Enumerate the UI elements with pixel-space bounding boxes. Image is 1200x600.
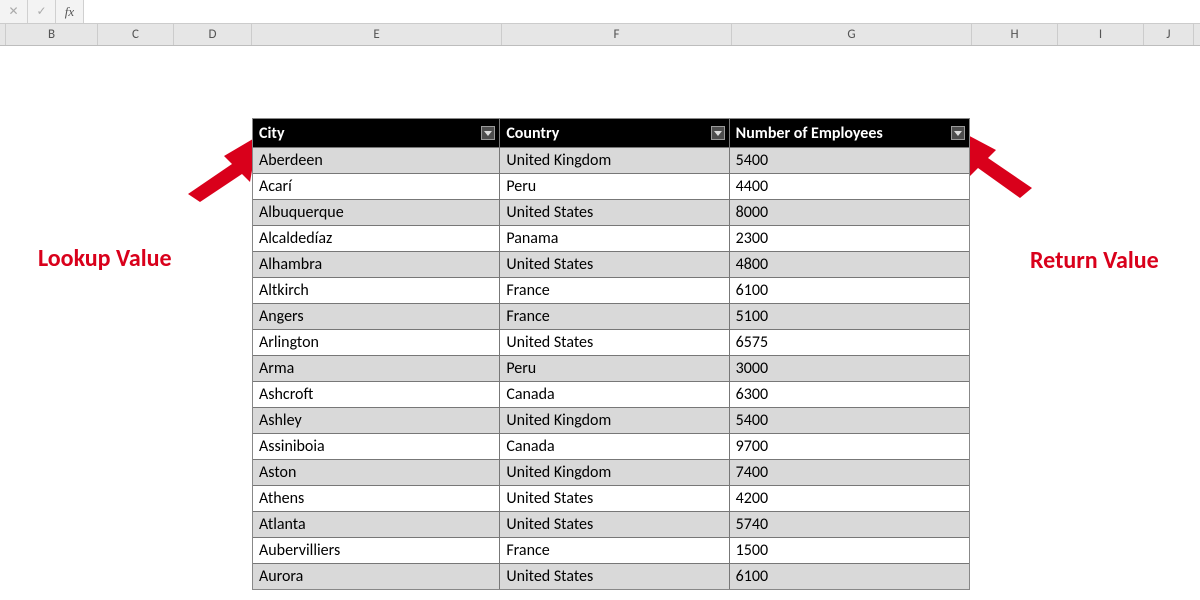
- cell-employees[interactable]: 4800: [730, 251, 969, 277]
- cell-employees[interactable]: 7400: [730, 459, 969, 485]
- header-country[interactable]: Country: [500, 119, 729, 147]
- cell-country[interactable]: France: [500, 277, 729, 303]
- cell-employees[interactable]: 6575: [730, 329, 969, 355]
- cell-employees[interactable]: 5400: [730, 407, 969, 433]
- cell-country[interactable]: Panama: [500, 225, 729, 251]
- table-row[interactable]: AssiniboiaCanada9700: [253, 433, 969, 459]
- worksheet-area[interactable]: Lookup Value Return Value City Country N…: [0, 46, 1200, 600]
- cell-city[interactable]: Athens: [253, 485, 500, 511]
- cell-employees[interactable]: 6100: [730, 277, 969, 303]
- cell-city[interactable]: Alhambra: [253, 251, 500, 277]
- table-row[interactable]: AlhambraUnited States4800: [253, 251, 969, 277]
- cell-employees[interactable]: 4400: [730, 173, 969, 199]
- column-header-H[interactable]: H: [972, 24, 1058, 45]
- header-city[interactable]: City: [253, 119, 500, 147]
- cell-country[interactable]: United Kingdom: [500, 147, 729, 173]
- cell-employees[interactable]: 5100: [730, 303, 969, 329]
- column-header-B[interactable]: B: [6, 24, 98, 45]
- cell-country[interactable]: United States: [500, 329, 729, 355]
- table-row[interactable]: AberdeenUnited Kingdom5400: [253, 147, 969, 173]
- cell-country[interactable]: Peru: [500, 355, 729, 381]
- cell-city[interactable]: Atlanta: [253, 511, 500, 537]
- cell-city[interactable]: Ashley: [253, 407, 500, 433]
- data-table: City Country Number of Employees Aberdee…: [252, 118, 970, 590]
- cell-city[interactable]: Alcaldedíaz: [253, 225, 500, 251]
- fx-button[interactable]: fx: [56, 0, 84, 23]
- arrow-lookup-icon: [170, 134, 260, 204]
- cell-city[interactable]: Assiniboia: [253, 433, 500, 459]
- cell-employees[interactable]: 4200: [730, 485, 969, 511]
- header-employees-label: Number of Employees: [736, 124, 883, 143]
- table-row[interactable]: AthensUnited States4200: [253, 485, 969, 511]
- cell-employees[interactable]: 6300: [730, 381, 969, 407]
- cell-city[interactable]: Ashcroft: [253, 381, 500, 407]
- cell-city[interactable]: Aston: [253, 459, 500, 485]
- cell-country[interactable]: United States: [500, 251, 729, 277]
- table-row[interactable]: AngersFrance5100: [253, 303, 969, 329]
- header-employees[interactable]: Number of Employees: [730, 119, 969, 147]
- cell-employees[interactable]: 5400: [730, 147, 969, 173]
- cell-employees[interactable]: 8000: [730, 199, 969, 225]
- cell-city[interactable]: Aurora: [253, 563, 500, 589]
- cell-country[interactable]: France: [500, 537, 729, 563]
- cell-city[interactable]: Altkirch: [253, 277, 500, 303]
- column-header-D[interactable]: D: [174, 24, 252, 45]
- formula-bar: ✕ ✓ fx: [0, 0, 1200, 24]
- table-row[interactable]: AcaríPeru4400: [253, 173, 969, 199]
- arrow-return-icon: [958, 126, 1048, 206]
- cell-employees[interactable]: 2300: [730, 225, 969, 251]
- column-header-J[interactable]: J: [1144, 24, 1194, 45]
- cell-employees[interactable]: 1500: [730, 537, 969, 563]
- column-header-F[interactable]: F: [502, 24, 732, 45]
- cell-city[interactable]: Aubervilliers: [253, 537, 500, 563]
- formula-cancel-button[interactable]: ✕: [0, 0, 28, 23]
- cell-country[interactable]: United Kingdom: [500, 407, 729, 433]
- table-row[interactable]: AshleyUnited Kingdom5400: [253, 407, 969, 433]
- cell-country[interactable]: United States: [500, 485, 729, 511]
- cell-employees[interactable]: 5740: [730, 511, 969, 537]
- cell-city[interactable]: Albuquerque: [253, 199, 500, 225]
- filter-dropdown-icon[interactable]: [481, 126, 495, 140]
- cell-city[interactable]: Acarí: [253, 173, 500, 199]
- table-row[interactable]: ArmaPeru3000: [253, 355, 969, 381]
- cell-city[interactable]: Arlington: [253, 329, 500, 355]
- cell-employees[interactable]: 9700: [730, 433, 969, 459]
- annotation-lookup-value: Lookup Value: [38, 244, 172, 273]
- column-headers-row: BCDEFGHIJ: [0, 24, 1200, 46]
- cell-country[interactable]: Canada: [500, 433, 729, 459]
- column-header-E[interactable]: E: [252, 24, 502, 45]
- column-header-G[interactable]: G: [732, 24, 972, 45]
- formula-input[interactable]: [84, 0, 1200, 23]
- column-header-C[interactable]: C: [98, 24, 174, 45]
- formula-enter-button[interactable]: ✓: [28, 0, 56, 23]
- filter-dropdown-icon[interactable]: [711, 126, 725, 140]
- header-country-label: Country: [506, 124, 559, 143]
- table-row[interactable]: AtlantaUnited States5740: [253, 511, 969, 537]
- cell-employees[interactable]: 3000: [730, 355, 969, 381]
- table-row[interactable]: AlbuquerqueUnited States8000: [253, 199, 969, 225]
- cell-country[interactable]: France: [500, 303, 729, 329]
- cell-city[interactable]: Angers: [253, 303, 500, 329]
- table-row[interactable]: AlcaldedíazPanama2300: [253, 225, 969, 251]
- table-row[interactable]: AstonUnited Kingdom7400: [253, 459, 969, 485]
- cell-country[interactable]: United States: [500, 511, 729, 537]
- table-row[interactable]: AubervilliersFrance1500: [253, 537, 969, 563]
- table-row[interactable]: ArlingtonUnited States6575: [253, 329, 969, 355]
- cell-country[interactable]: United States: [500, 563, 729, 589]
- cell-city[interactable]: Aberdeen: [253, 147, 500, 173]
- cell-country[interactable]: United Kingdom: [500, 459, 729, 485]
- cell-country[interactable]: Peru: [500, 173, 729, 199]
- header-city-label: City: [259, 124, 285, 143]
- cell-country[interactable]: Canada: [500, 381, 729, 407]
- table-row[interactable]: AltkirchFrance6100: [253, 277, 969, 303]
- column-header-I[interactable]: I: [1058, 24, 1144, 45]
- table-row[interactable]: AuroraUnited States6100: [253, 563, 969, 589]
- cell-country[interactable]: United States: [500, 199, 729, 225]
- filter-dropdown-icon[interactable]: [951, 126, 965, 140]
- table-row[interactable]: AshcroftCanada6300: [253, 381, 969, 407]
- cell-employees[interactable]: 6100: [730, 563, 969, 589]
- annotation-return-value: Return Value: [1030, 246, 1159, 275]
- cell-city[interactable]: Arma: [253, 355, 500, 381]
- table-header-row: City Country Number of Employees: [253, 119, 969, 147]
